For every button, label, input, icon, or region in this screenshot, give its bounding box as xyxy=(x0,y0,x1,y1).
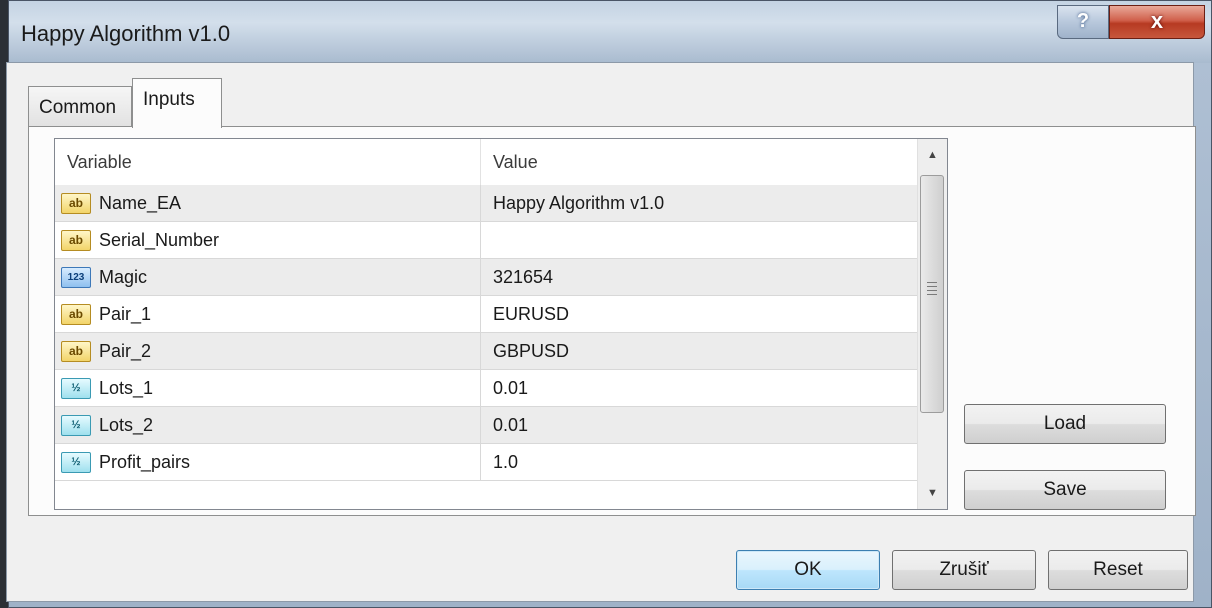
reset-button[interactable]: Reset xyxy=(1048,550,1188,590)
double-type-icon: ½ xyxy=(61,415,91,436)
value-cell[interactable]: 0.01 xyxy=(493,407,528,443)
scroll-up-arrow-icon[interactable]: ▲ xyxy=(918,139,947,171)
cancel-button[interactable]: Zrušiť xyxy=(892,550,1036,590)
value-cell[interactable]: Happy Algorithm v1.0 xyxy=(493,185,664,221)
column-header-variable[interactable]: Variable xyxy=(55,139,481,185)
table-row[interactable]: ½ Profit_pairs 1.0 xyxy=(55,444,917,481)
save-button[interactable]: Save xyxy=(964,470,1166,510)
variable-name: Name_EA xyxy=(99,193,182,213)
variable-cell: ab Name_EA xyxy=(55,185,481,221)
table-row[interactable]: ab Pair_1 EURUSD xyxy=(55,296,917,333)
integer-type-icon: 123 xyxy=(61,267,91,288)
table-row[interactable]: ab Pair_2 GBPUSD xyxy=(55,333,917,370)
title-bar[interactable]: Happy Algorithm v1.0 ? x xyxy=(9,1,1211,63)
value-cell[interactable]: EURUSD xyxy=(493,296,569,332)
variable-cell: ab Serial_Number xyxy=(55,222,481,258)
window-title: Happy Algorithm v1.0 xyxy=(21,21,231,46)
variable-cell: ab Pair_1 xyxy=(55,296,481,332)
grid-header: Variable Value xyxy=(55,139,917,186)
value-cell[interactable]: GBPUSD xyxy=(493,333,569,369)
variable-cell: ½ Profit_pairs xyxy=(55,444,481,480)
tab-common[interactable]: Common xyxy=(28,86,132,126)
variable-name: Profit_pairs xyxy=(99,452,191,472)
variable-cell: ½ Lots_2 xyxy=(55,407,481,443)
string-type-icon: ab xyxy=(61,193,91,214)
variable-name: Pair_2 xyxy=(99,341,152,361)
table-row[interactable]: ab Name_EA Happy Algorithm v1.0 xyxy=(55,185,917,222)
string-type-icon: ab xyxy=(61,230,91,251)
variable-cell: ab Pair_2 xyxy=(55,333,481,369)
string-type-icon: ab xyxy=(61,341,91,362)
string-type-icon: ab xyxy=(61,304,91,325)
value-cell[interactable]: 321654 xyxy=(493,259,553,295)
table-row[interactable]: 123 Magic 321654 xyxy=(55,259,917,296)
vertical-scrollbar[interactable]: ▲ ▼ xyxy=(917,139,947,509)
variable-cell: ½ Lots_1 xyxy=(55,370,481,406)
load-button[interactable]: Load xyxy=(964,404,1166,444)
variable-name: Pair_1 xyxy=(99,304,152,324)
variable-name: Lots_2 xyxy=(99,415,154,435)
help-button[interactable]: ? xyxy=(1057,5,1109,39)
grip-icon xyxy=(927,282,937,296)
tab-inputs[interactable]: Inputs xyxy=(132,78,222,128)
value-cell[interactable]: 1.0 xyxy=(493,444,518,480)
scroll-down-arrow-icon[interactable]: ▼ xyxy=(918,477,947,509)
inputs-grid: Variable Value ab Name_EA Happy Algorithm … xyxy=(54,138,948,510)
double-type-icon: ½ xyxy=(61,378,91,399)
column-header-value[interactable]: Value xyxy=(481,139,917,185)
close-button[interactable]: x xyxy=(1109,5,1205,39)
variable-name: Serial_Number xyxy=(99,230,220,250)
variable-name: Magic xyxy=(99,267,148,287)
table-row[interactable]: ab Serial_Number xyxy=(55,222,917,259)
variable-cell: 123 Magic xyxy=(55,259,481,295)
variable-name: Lots_1 xyxy=(99,378,154,398)
scroll-thumb[interactable] xyxy=(920,175,944,413)
value-cell[interactable]: 0.01 xyxy=(493,370,528,406)
table-row[interactable]: ½ Lots_2 0.01 xyxy=(55,407,917,444)
table-row[interactable]: ½ Lots_1 0.01 xyxy=(55,370,917,407)
double-type-icon: ½ xyxy=(61,452,91,473)
ok-button[interactable]: OK xyxy=(736,550,880,590)
